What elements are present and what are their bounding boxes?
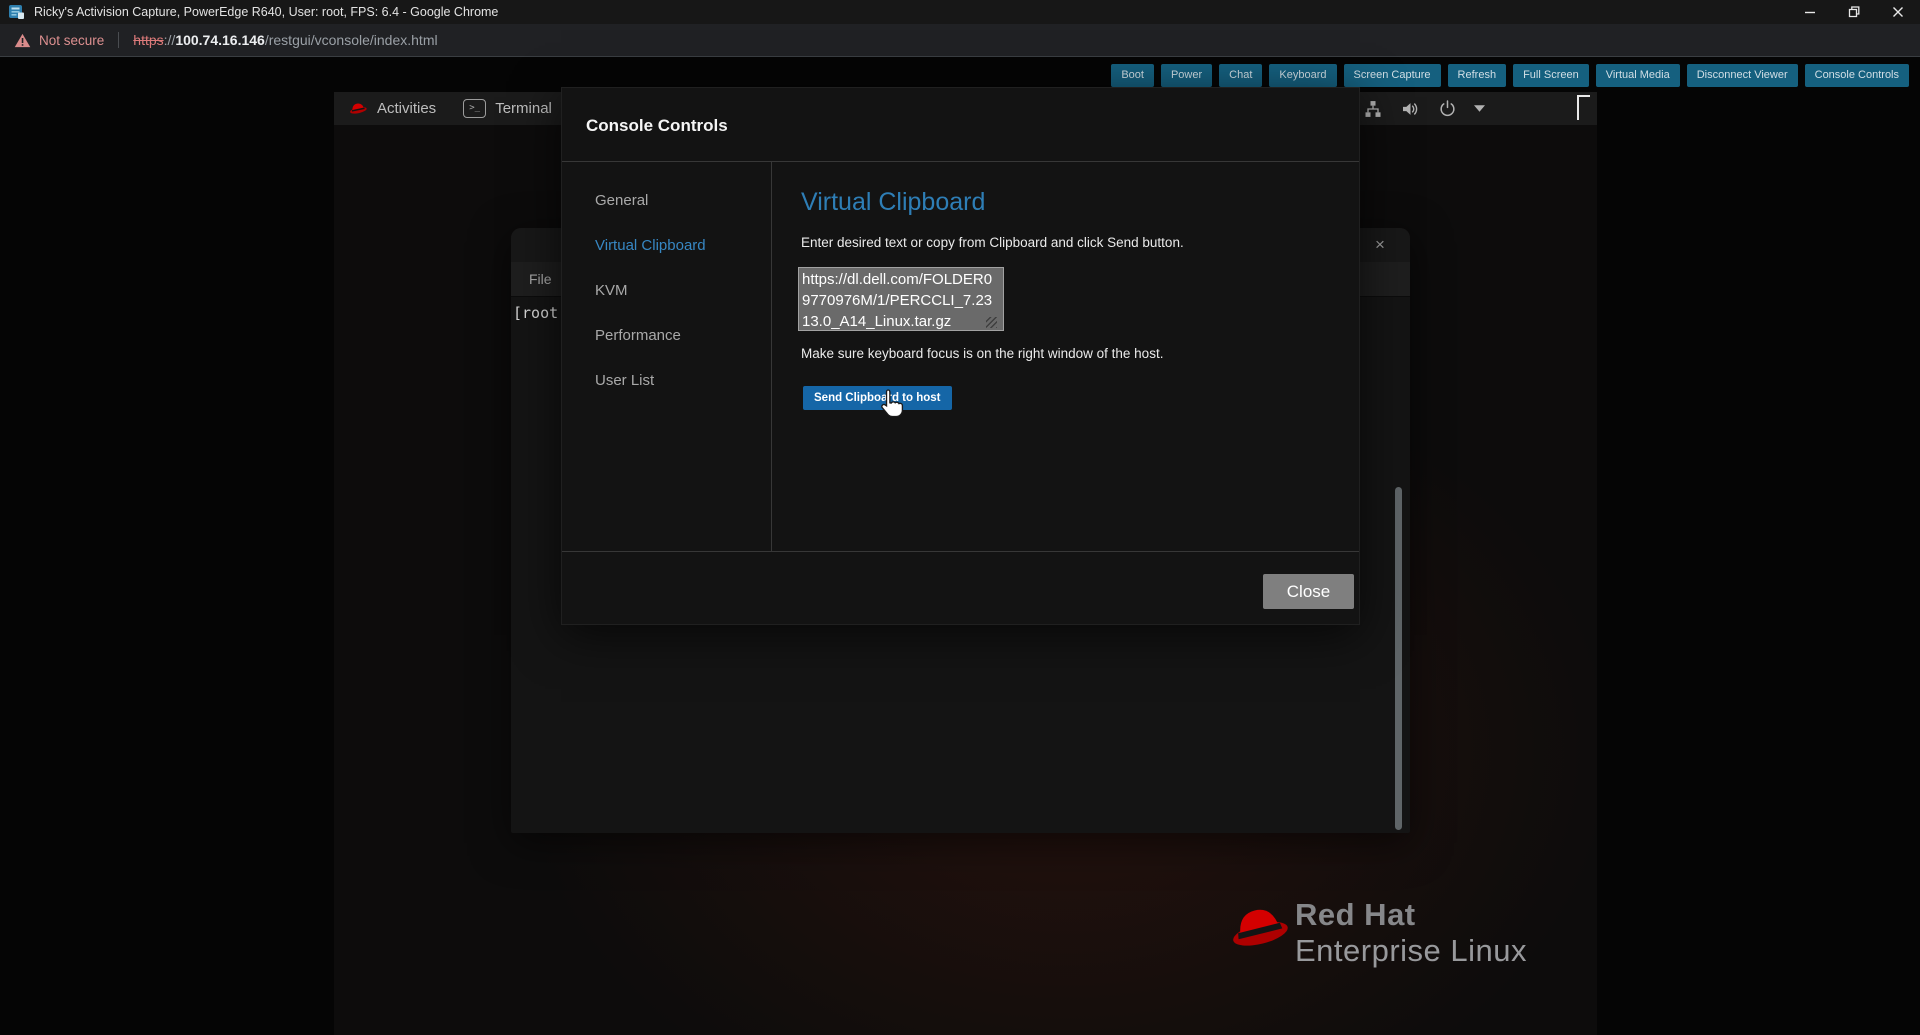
boot-button[interactable]: Boot: [1111, 64, 1154, 87]
urlbar-divider: [118, 32, 119, 48]
full-screen-button[interactable]: Full Screen: [1513, 64, 1589, 87]
clipboard-textarea[interactable]: https://dl.dell.com/FOLDER09770976M/1/PE…: [798, 267, 1004, 331]
panel-heading: Virtual Clipboard: [801, 188, 985, 217]
terminal-prompt-text: [root: [513, 304, 558, 322]
send-clipboard-button[interactable]: Send Clipboard to host: [803, 386, 952, 410]
window-controls: [1788, 0, 1920, 24]
dialog-close-button[interactable]: Close: [1263, 574, 1354, 609]
volume-icon[interactable]: [1400, 99, 1421, 119]
keyboard-button[interactable]: Keyboard: [1269, 64, 1336, 87]
terminal-scrollbar-thumb[interactable]: [1395, 487, 1402, 830]
chat-button[interactable]: Chat: [1219, 64, 1262, 87]
not-secure-warning-icon: [14, 33, 31, 48]
rhel-logo: Red Hat Enterprise Linux: [1227, 897, 1527, 969]
tab-kvm[interactable]: KVM: [595, 282, 628, 299]
virtual-media-button[interactable]: Virtual Media: [1596, 64, 1680, 87]
rhel-logo-line1: Red Hat: [1295, 897, 1527, 933]
redhat-fedora-icon: [348, 101, 368, 116]
textarea-resize-handle[interactable]: [986, 317, 997, 328]
system-tray: [1363, 92, 1485, 125]
tab-user-list[interactable]: User List: [595, 372, 654, 389]
dialog-title: Console Controls: [586, 116, 728, 136]
dialog-header-divider: [562, 161, 1359, 162]
tab-general[interactable]: General: [595, 192, 648, 209]
vconsole-favicon-icon: [9, 4, 25, 20]
rhel-logo-line2: Enterprise Linux: [1295, 933, 1527, 969]
url-host: 100.74.16.146: [175, 32, 265, 48]
terminal-app-label[interactable]: Terminal: [495, 100, 552, 117]
browser-titlebar: Ricky's Activision Capture, PowerEdge R6…: [0, 0, 1920, 24]
power-button[interactable]: Power: [1161, 64, 1212, 87]
browser-urlbar[interactable]: Not secure https://100.74.16.146/restgui…: [0, 24, 1920, 57]
terminal-close-icon[interactable]: ×: [1369, 234, 1391, 256]
redhat-fedora-logo-icon: [1227, 899, 1291, 957]
keyboard-focus-note: Make sure keyboard focus is on the right…: [801, 346, 1163, 361]
activities-button[interactable]: Activities: [377, 100, 436, 117]
vconsole-toolbar: Boot Power Chat Keyboard Screen Capture …: [1111, 64, 1909, 87]
minimize-button[interactable]: [1788, 0, 1832, 24]
tab-virtual-clipboard[interactable]: Virtual Clipboard: [595, 237, 706, 254]
tab-performance[interactable]: Performance: [595, 327, 681, 344]
security-status-label: Not secure: [39, 33, 104, 48]
remote-text-cursor: [1577, 95, 1590, 120]
clipboard-description: Enter desired text or copy from Clipboar…: [801, 235, 1184, 250]
url-slashes: ://: [164, 32, 176, 48]
window-title: Ricky's Activision Capture, PowerEdge R6…: [34, 5, 498, 19]
refresh-button[interactable]: Refresh: [1448, 64, 1507, 87]
dialog-footer-divider: [562, 551, 1359, 552]
restore-button[interactable]: [1832, 0, 1876, 24]
console-controls-button[interactable]: Console Controls: [1805, 64, 1909, 87]
screen-capture-button[interactable]: Screen Capture: [1344, 64, 1441, 87]
wired-network-icon[interactable]: [1363, 99, 1383, 119]
address-url[interactable]: https://100.74.16.146/restgui/vconsole/i…: [133, 32, 437, 48]
close-window-button[interactable]: [1876, 0, 1920, 24]
disconnect-viewer-button[interactable]: Disconnect Viewer: [1687, 64, 1798, 87]
terminal-file-menu[interactable]: File: [523, 262, 558, 296]
url-scheme: https: [133, 32, 163, 48]
power-icon[interactable]: [1438, 99, 1457, 118]
console-controls-dialog: Console Controls General Virtual Clipboa…: [561, 87, 1360, 625]
dialog-tabs-divider: [771, 162, 772, 551]
chevron-down-icon[interactable]: [1474, 105, 1485, 112]
terminal-app-icon[interactable]: >_: [463, 99, 486, 118]
url-path: /restgui/vconsole/index.html: [265, 32, 438, 48]
